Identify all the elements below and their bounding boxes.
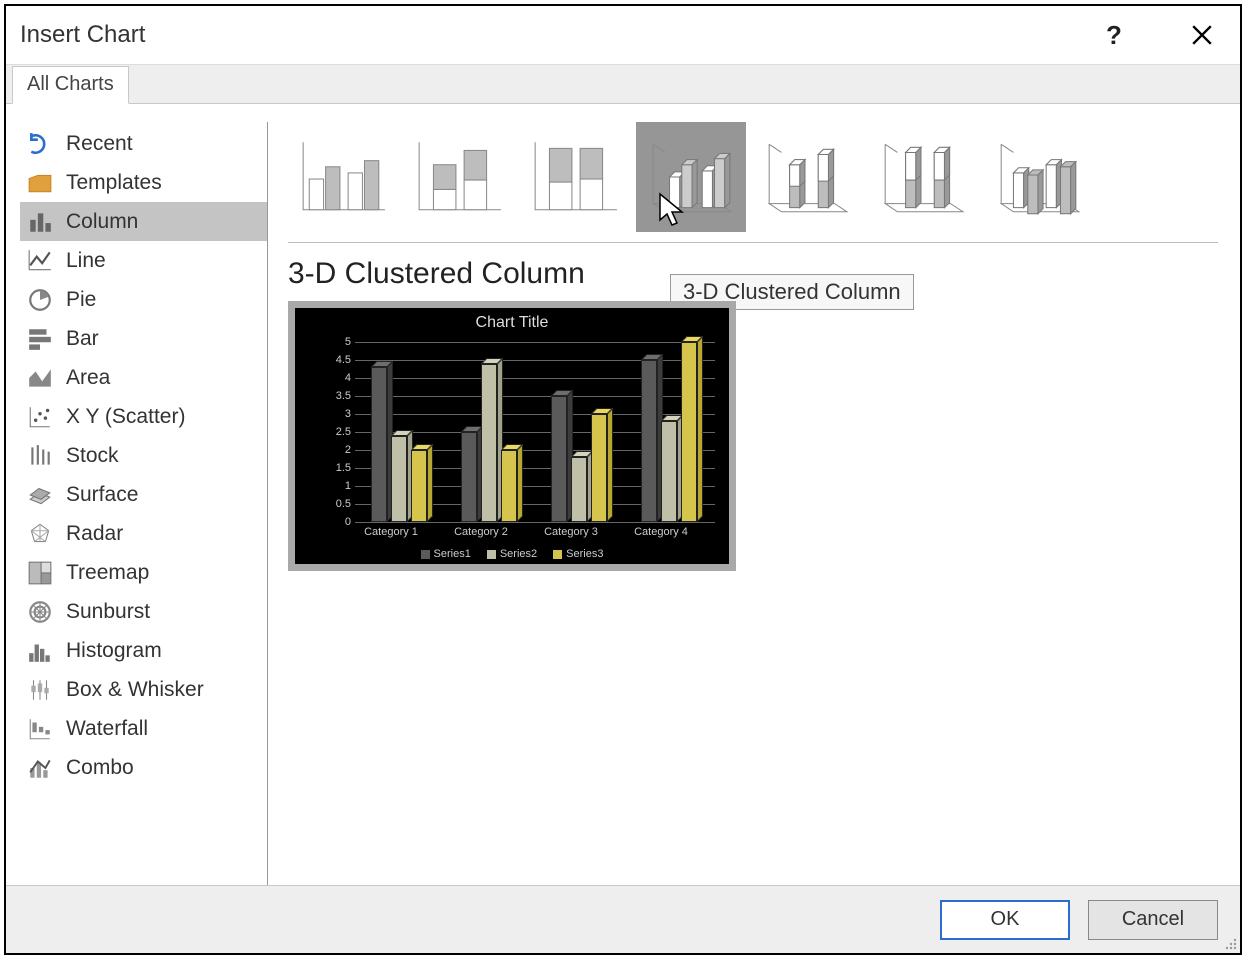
chart-legend: Series1 Series2 Series3 [295,548,729,560]
box-icon [26,676,54,704]
sidebar-item-histogram[interactable]: Histogram [20,631,267,670]
sidebar-item-label: Surface [66,483,138,507]
close-icon[interactable] [1178,11,1226,59]
dialog-footer: OK Cancel [6,885,1240,953]
histogram-icon [26,637,54,665]
bar [641,354,663,522]
sidebar-item-templates[interactable]: Templates [20,163,267,202]
sidebar-item-label: Templates [66,171,162,195]
sidebar-item-sunburst[interactable]: Sunburst [20,592,267,631]
sidebar-item-surface[interactable]: Surface [20,475,267,514]
sunburst-icon [26,598,54,626]
bar [391,430,413,522]
line-icon [26,247,54,275]
subtype-row [288,122,1218,243]
sidebar-item-label: Waterfall [66,717,148,741]
legend-s3: Series3 [566,548,603,560]
combo-icon [26,754,54,782]
stock-icon [26,442,54,470]
sidebar-item-recent[interactable]: Recent [20,124,267,163]
bar [411,444,433,522]
sidebar-item-label: Combo [66,756,134,780]
bar [551,390,573,522]
bar [481,358,503,522]
bar [681,336,703,522]
waterfall-icon [26,715,54,743]
surface-icon [26,481,54,509]
sidebar-item-label: Recent [66,132,133,156]
preview-chart-title: Chart Title [295,308,729,332]
bar [501,444,523,522]
sidebar-item-label: X Y (Scatter) [66,405,185,429]
bar [571,451,593,522]
sidebar-item-label: Treemap [66,561,149,585]
ok-button[interactable]: OK [940,900,1070,940]
subtype-clustered-column[interactable] [288,122,398,232]
sidebar-item-box[interactable]: Box & Whisker [20,670,267,709]
treemap-icon [26,559,54,587]
sidebar-item-scatter[interactable]: X Y (Scatter) [20,397,267,436]
help-icon[interactable]: ? [1090,11,1138,59]
chart-preview[interactable]: Chart Title 00.511.522.533.544.55 Series… [288,301,736,571]
bar [461,426,483,522]
insert-chart-dialog: Insert Chart ? All Charts Recent Template… [4,4,1242,955]
main-area: Recent Templates Column Line Pie Bar Area X Y (… [6,104,1240,885]
dialog-title: Insert Chart [20,21,145,49]
chart-plot-area: 00.511.522.533.544.55 [355,342,715,522]
sidebar-item-line[interactable]: Line [20,241,267,280]
sidebar-item-label: Column [66,210,138,234]
sidebar-item-treemap[interactable]: Treemap [20,553,267,592]
radar-icon [26,520,54,548]
sidebar-item-label: Radar [66,522,123,546]
subtype-3-d-column[interactable] [984,122,1094,232]
area-icon [26,364,54,392]
sidebar-item-label: Box & Whisker [66,678,204,702]
sidebar-item-label: Area [66,366,110,390]
bar [371,361,393,522]
sidebar-item-label: Histogram [66,639,162,663]
bar-icon [26,325,54,353]
bar [661,415,683,522]
sidebar-item-label: Sunburst [66,600,150,624]
chart-category-sidebar: Recent Templates Column Line Pie Bar Area X Y (… [20,122,268,885]
sidebar-item-radar[interactable]: Radar [20,514,267,553]
legend-s2: Series2 [500,548,537,560]
recent-icon [26,130,54,158]
sidebar-item-label: Pie [66,288,96,312]
sidebar-item-area[interactable]: Area [20,358,267,397]
subtype-3-d-100-stacked-column[interactable] [868,122,978,232]
scatter-icon [26,403,54,431]
cancel-button[interactable]: Cancel [1088,900,1218,940]
sidebar-item-stock[interactable]: Stock [20,436,267,475]
subtype-3-d-clustered-column[interactable] [636,122,746,232]
legend-s1: Series1 [434,548,471,560]
pie-icon [26,286,54,314]
subtype-stacked-column[interactable] [404,122,514,232]
bar [591,408,613,522]
sidebar-item-combo[interactable]: Combo [20,748,267,787]
sidebar-item-waterfall[interactable]: Waterfall [20,709,267,748]
subtype-100-stacked-column[interactable] [520,122,630,232]
column-icon [26,208,54,236]
sidebar-item-bar[interactable]: Bar [20,319,267,358]
sidebar-item-column[interactable]: Column [20,202,267,241]
sidebar-item-label: Stock [66,444,119,468]
sidebar-item-label: Bar [66,327,99,351]
subtype-3-d-stacked-column[interactable] [752,122,862,232]
resize-grip-icon[interactable] [1222,935,1238,951]
sidebar-item-pie[interactable]: Pie [20,280,267,319]
tab-all-charts[interactable]: All Charts [12,66,129,104]
sidebar-item-label: Line [66,249,106,273]
templates-icon [26,169,54,197]
content-pane: 3-D Clustered Column 3-D Clustered Colum… [268,122,1226,885]
titlebar: Insert Chart ? [6,6,1240,64]
tabs-row: All Charts [6,64,1240,104]
